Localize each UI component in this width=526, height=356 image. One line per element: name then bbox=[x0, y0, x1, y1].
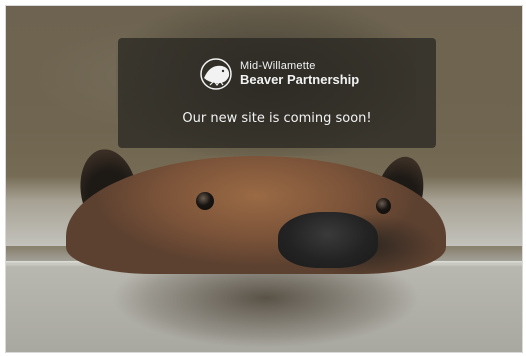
brand-line-2: Beaver Partnership bbox=[240, 71, 360, 87]
beaver-reflection bbox=[86, 268, 446, 352]
beaver-left-eye bbox=[196, 192, 214, 210]
coming-soon-message: Our new site is coming soon! bbox=[182, 111, 372, 126]
brand-logo: Mid-Willamette Beaver Partnership bbox=[196, 52, 359, 96]
page-frame: Mid-Willamette Beaver Partnership Our ne… bbox=[5, 5, 523, 353]
brand-name: Mid-Willamette Beaver Partnership bbox=[240, 61, 359, 86]
announcement-panel: Mid-Willamette Beaver Partnership Our ne… bbox=[118, 38, 436, 148]
beaver-right-eye bbox=[376, 198, 391, 214]
beaver-nose bbox=[278, 212, 378, 268]
beaver-logo-icon bbox=[200, 58, 232, 90]
